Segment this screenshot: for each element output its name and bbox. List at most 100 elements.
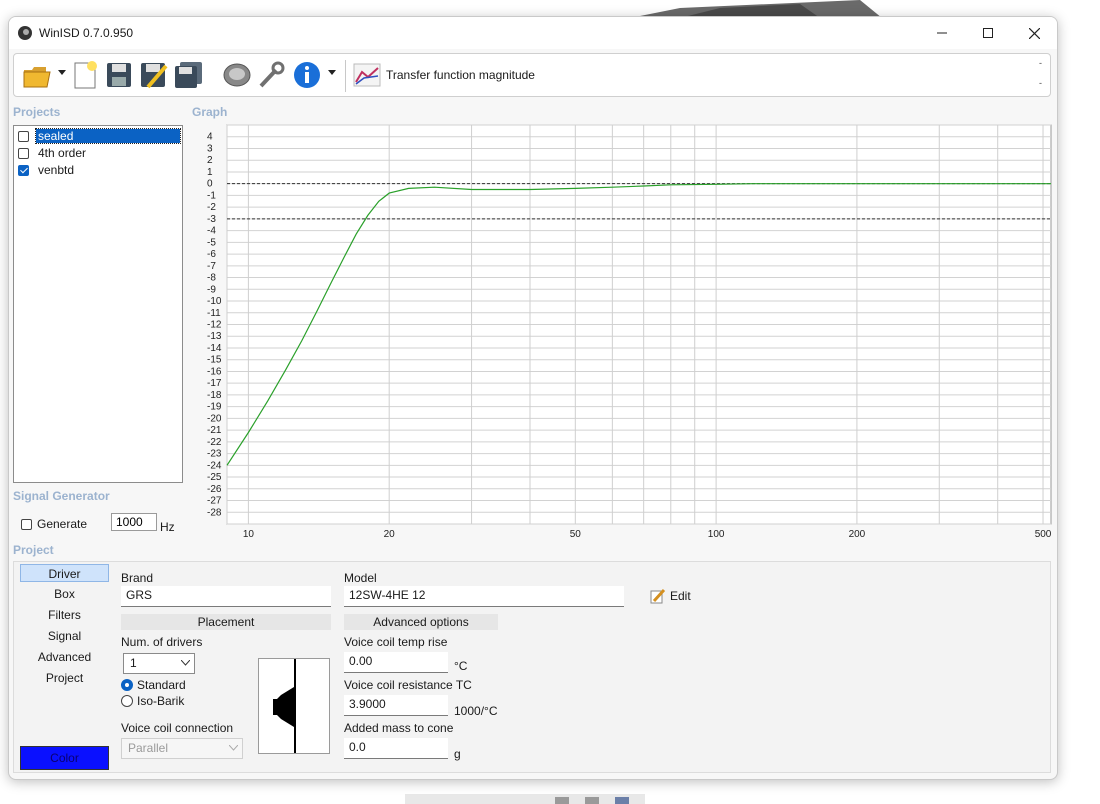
tab-project[interactable]: Project [20, 669, 109, 687]
tab-box[interactable]: Box [20, 585, 109, 603]
added-mass-unit: g [454, 747, 461, 761]
project-name: sealed [35, 128, 181, 144]
x-tick-label: 50 [570, 529, 582, 540]
y-tick-label: -19 [207, 402, 222, 413]
radio-iso-barik[interactable]: Iso-Barik [121, 694, 184, 708]
generate-label: Generate [37, 517, 88, 531]
info-icon[interactable] [292, 60, 322, 90]
project-checkbox[interactable] [18, 147, 29, 159]
chevron-down-icon [229, 745, 238, 751]
y-tick-label: -6 [207, 249, 216, 260]
placement-header: Placement [121, 614, 331, 630]
y-tick-label: -4 [207, 226, 216, 237]
tab-signal[interactable]: Signal [20, 627, 109, 645]
info-dropdown-arrow-icon[interactable] [328, 70, 336, 76]
maximize-button[interactable] [965, 21, 1011, 45]
color-button[interactable]: Color [20, 746, 109, 770]
vc-resistance-unit: 1000/°C [454, 704, 498, 718]
y-tick-label: 0 [207, 179, 213, 190]
frequency-input[interactable] [111, 513, 157, 531]
project-panel: Driver Box Filters Signal Advanced Proje… [13, 561, 1051, 773]
added-mass-input[interactable]: 0.0 [344, 738, 448, 759]
maximize-icon [983, 28, 993, 38]
y-tick-label: 2 [207, 155, 213, 166]
save-as-icon[interactable] [138, 60, 168, 90]
y-tick-label: -13 [207, 331, 222, 342]
graph-section-title: Graph [192, 105, 228, 119]
dropdown-arrow-icon[interactable] [58, 70, 66, 76]
radio-dot [121, 695, 133, 707]
edit-driver-button[interactable]: Edit [650, 588, 691, 604]
new-project-icon[interactable] [70, 60, 100, 90]
y-tick-label: -7 [207, 261, 216, 272]
project-checkbox[interactable] [18, 164, 29, 176]
y-tick-label: -25 [207, 472, 222, 483]
winisd-speaker-icon [18, 26, 32, 40]
window-title: WinISD 0.7.0.950 [39, 26, 134, 40]
minimize-icon [937, 32, 947, 34]
driver-editor-icon[interactable] [222, 60, 252, 90]
y-tick-label: -3 [207, 214, 216, 225]
toolbar: Transfer function magnitude - - [13, 53, 1051, 97]
y-tick-label: -12 [207, 320, 222, 331]
project-item-4th-order[interactable]: 4th order [18, 145, 88, 161]
project-item-sealed[interactable]: sealed [18, 128, 181, 144]
tab-driver[interactable]: Driver [20, 564, 109, 582]
save-icon[interactable] [104, 60, 134, 90]
minimize-button[interactable] [919, 21, 965, 45]
project-section-title: Project [13, 543, 54, 557]
tab-filters[interactable]: Filters [20, 606, 109, 624]
brand-label: Brand [121, 571, 154, 585]
added-mass-label: Added mass to cone [344, 721, 454, 735]
save-all-icon[interactable] [172, 60, 206, 90]
wrench-icon[interactable] [256, 60, 286, 90]
model-field[interactable]: 12SW-4HE 12 [344, 586, 624, 607]
radio-dot-selected [121, 679, 133, 691]
close-button[interactable] [1011, 21, 1057, 45]
projects-list[interactable]: sealed 4th order venbtd [13, 125, 183, 483]
toolbar-right-top[interactable]: - [1039, 58, 1042, 68]
radio-standard-label: Standard [137, 678, 186, 692]
project-item-venbtd[interactable]: venbtd [18, 162, 76, 178]
vc-resistance-input[interactable]: 3.9000 [344, 695, 448, 716]
generate-checkbox[interactable] [21, 518, 32, 530]
driver-placement-diagram [258, 658, 330, 754]
x-tick-label: 20 [384, 529, 396, 540]
frequency-unit: Hz [160, 520, 175, 534]
y-tick-label: -2 [207, 202, 216, 213]
y-tick-label: 3 [207, 143, 213, 154]
y-tick-label: -10 [207, 296, 222, 307]
graph-type-label[interactable]: Transfer function magnitude [386, 68, 535, 82]
voice-coil-connection-label: Voice coil connection [121, 721, 234, 735]
num-drivers-value: 1 [130, 656, 137, 670]
x-tick-label: 100 [708, 529, 725, 540]
transfer-function-graph-icon[interactable] [352, 60, 382, 90]
y-tick-label: -21 [207, 425, 222, 436]
y-tick-label: -28 [207, 507, 222, 518]
close-icon [1028, 27, 1040, 39]
y-tick-label: -18 [207, 390, 222, 401]
chevron-down-icon [181, 660, 190, 666]
voice-coil-connection-select[interactable]: Parallel [121, 738, 243, 759]
y-tick-label: -8 [207, 273, 216, 284]
project-checkbox[interactable] [18, 130, 29, 142]
vc-temp-input[interactable]: 0.00 [344, 652, 448, 673]
y-tick-label: -9 [207, 284, 216, 295]
tab-advanced[interactable]: Advanced [20, 648, 109, 666]
title-bar: WinISD 0.7.0.950 [9, 17, 1057, 49]
num-drivers-select[interactable]: 1 [123, 653, 195, 674]
open-folder-icon[interactable] [22, 60, 52, 90]
radio-standard[interactable]: Standard [121, 678, 186, 692]
toolbar-right-bottom[interactable]: - [1039, 78, 1042, 88]
transfer-function-graph[interactable]: 43210-1-2-3-4-5-6-7-8-9-10-11-12-13-14-1… [185, 121, 1055, 545]
y-tick-label: 4 [207, 132, 213, 143]
y-tick-label: -14 [207, 343, 222, 354]
generate-checkbox-row[interactable]: Generate [21, 517, 87, 531]
y-tick-label: -20 [207, 413, 222, 424]
brand-field[interactable]: GRS [121, 586, 331, 607]
projects-section-title: Projects [13, 105, 61, 119]
y-tick-label: -23 [207, 449, 222, 460]
y-tick-label: -16 [207, 366, 222, 377]
app-window: WinISD 0.7.0.950 Transfer function magni… [8, 16, 1058, 780]
x-tick-label: 200 [849, 529, 866, 540]
